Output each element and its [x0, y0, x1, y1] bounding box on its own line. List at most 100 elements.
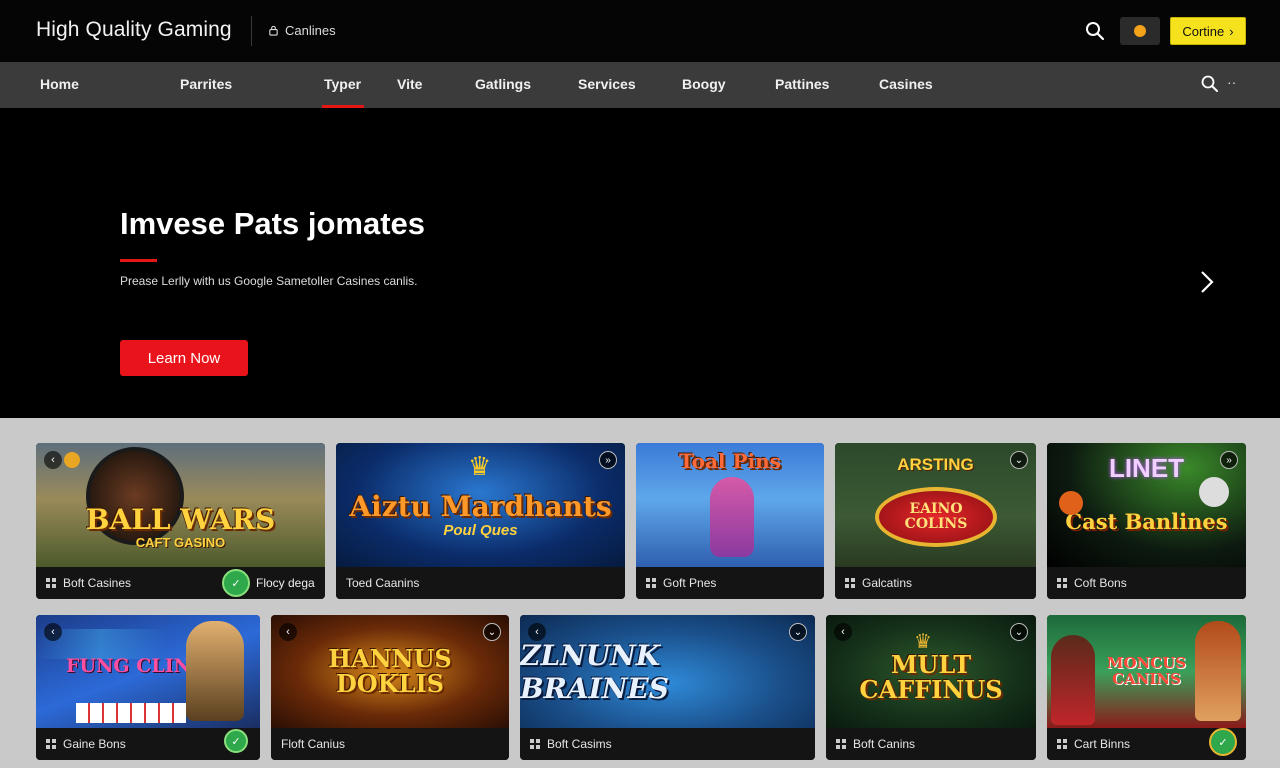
game-card[interactable]: ARSTING EAINO COLINS ⌄ Galcatins: [835, 443, 1036, 599]
back-icon[interactable]: ‹: [528, 623, 546, 641]
nav-item-vite[interactable]: Vite: [397, 76, 422, 92]
crown-icon: ♛: [468, 451, 492, 481]
crown-icon: ♛: [914, 631, 932, 653]
soccer-ball-icon: [1199, 477, 1229, 507]
game-card-footer: Boft Canins: [826, 728, 1036, 760]
game-card-label: Cart Binns: [1074, 737, 1131, 751]
character-figure: [1051, 635, 1095, 725]
game-card[interactable]: HANNUS DOKLIS ‹ ⌄ Floft Canius: [271, 615, 509, 760]
divider: [251, 16, 252, 46]
game-card-label: Coft Bons: [1074, 576, 1127, 590]
game-card-label: Toed Caanins: [346, 576, 420, 590]
info-icon[interactable]: »: [1220, 451, 1238, 469]
game-card-label: Boft Casims: [547, 737, 612, 751]
grid-icon: [46, 738, 56, 749]
back-icon[interactable]: ‹: [279, 623, 297, 641]
coin-icon: [64, 452, 80, 468]
game-card[interactable]: ZLNUNK BRAINES ‹ ⌄ Boft Casims: [520, 615, 815, 760]
grid-icon: [530, 738, 540, 749]
search-icon[interactable]: [1084, 20, 1106, 42]
coin-icon: [1134, 25, 1146, 37]
game-card-footer: Floft Canius: [271, 728, 509, 760]
game-art-subtitle: CAFT GASINO: [135, 534, 226, 550]
top-bar: High Quality Gaming Canlines Cortine ›: [0, 0, 1280, 62]
nav-item-services[interactable]: Services: [578, 76, 636, 92]
back-icon[interactable]: ‹: [44, 623, 62, 641]
game-card-footer: Goft Pnes: [636, 567, 824, 599]
coins-button[interactable]: [1120, 17, 1160, 45]
game-card[interactable]: MONCUS CANINS Cart Binns ✓: [1047, 615, 1246, 760]
learn-now-button[interactable]: Learn Now: [120, 340, 248, 376]
game-art: LINET Cast Banlines: [1047, 443, 1246, 567]
game-card[interactable]: ♛ Aiztu Mardhants Poul Ques » Toed Caani…: [336, 443, 625, 599]
chevron-right-icon[interactable]: [1196, 268, 1218, 296]
chevron-down-icon[interactable]: ⌄: [1010, 451, 1028, 469]
game-card[interactable]: BALL WARS CAFT GASINO ‹ Boft Casines ✓ F…: [36, 443, 325, 599]
grid-icon: [845, 577, 855, 588]
game-art: ZLNUNK BRAINES: [520, 615, 815, 728]
game-card-footer: Coft Bons: [1047, 567, 1246, 599]
game-art-title: Toal Pins: [679, 449, 781, 473]
nav-item-pattines[interactable]: Pattines: [775, 76, 829, 92]
game-art-title: FUNG CLINS: [66, 655, 205, 677]
game-art-title: MULT CAFFINUS: [859, 650, 1003, 704]
game-art: ♛ Aiztu Mardhants Poul Ques: [336, 443, 625, 567]
info-icon[interactable]: »: [599, 451, 617, 469]
back-icon[interactable]: ‹: [834, 623, 852, 641]
chevron-right-icon: ›: [1229, 23, 1234, 39]
game-card-label: Gaine Bons: [63, 737, 126, 751]
more-icon[interactable]: ··: [1227, 74, 1236, 90]
character-figure: [186, 621, 244, 721]
casinos-link[interactable]: Canlines: [268, 23, 336, 38]
hero-accent-line: [120, 259, 157, 262]
chevron-down-icon[interactable]: ⌄: [1010, 623, 1028, 641]
game-card-footer: Galcatins: [835, 567, 1036, 599]
brand-logo[interactable]: High Quality Gaming: [36, 18, 232, 42]
game-card-label: Goft Pnes: [663, 576, 717, 590]
character-figure: [710, 477, 754, 557]
game-art-title: BALL WARS: [85, 503, 276, 537]
character-figure: [1195, 621, 1241, 721]
game-card-footer: Toed Caanins: [336, 567, 625, 599]
continue-button[interactable]: Cortine ›: [1170, 17, 1246, 45]
grid-icon: [46, 577, 56, 588]
nav-item-boogy[interactable]: Boogy: [682, 76, 726, 92]
game-card-label: Floft Canius: [281, 737, 346, 751]
game-art: ARSTING EAINO COLINS: [835, 443, 1036, 567]
nav-item-typer[interactable]: Typer: [324, 76, 361, 92]
chevron-down-icon[interactable]: ⌄: [483, 623, 501, 641]
grid-icon: [836, 738, 846, 749]
game-card-label: Galcatins: [862, 576, 913, 590]
game-art-title: HANNUS DOKLIS: [328, 644, 452, 698]
nav-item-home[interactable]: Home: [40, 76, 79, 92]
continue-label: Cortine: [1182, 23, 1225, 39]
leaf-icon: ✓: [224, 729, 248, 753]
games-grid: BALL WARS CAFT GASINO ‹ Boft Casines ✓ F…: [0, 418, 1280, 768]
search-icon[interactable]: [1200, 74, 1220, 94]
hero-banner: Imvese Pats jomates Prease Lerlly with u…: [0, 108, 1280, 418]
main-nav: Home Parrites Typer Vite Gatlings Servic…: [0, 62, 1280, 108]
game-card[interactable]: LINET Cast Banlines » Coft Bons: [1047, 443, 1246, 599]
game-art: ♛ MULT CAFFINUS: [826, 615, 1036, 728]
badge-label: Flocy dega: [256, 576, 315, 590]
back-icon[interactable]: ‹: [44, 451, 62, 469]
nav-item-parrites[interactable]: Parrites: [180, 76, 232, 92]
grid-icon: [1057, 738, 1067, 749]
grid-icon: [1057, 577, 1067, 588]
game-art-title: ZLNUNK BRAINES: [520, 638, 669, 705]
cards-graphic: [76, 703, 186, 723]
nav-item-gatlings[interactable]: Gatlings: [475, 76, 531, 92]
game-art-title: MONCUS CANINS: [1106, 654, 1187, 688]
game-card[interactable]: FUNG CLINS ‹ Gaine Bons ✓: [36, 615, 260, 760]
game-card[interactable]: ♛ MULT CAFFINUS ‹ ⌄ Boft Canins: [826, 615, 1036, 760]
badge-icon: ✓: [1209, 728, 1237, 756]
chevron-down-icon[interactable]: ⌄: [789, 623, 807, 641]
lock-icon: [269, 25, 278, 36]
grid-icon: [646, 577, 656, 588]
game-card[interactable]: Toal Pins Goft Pnes: [636, 443, 824, 599]
nav-item-casines[interactable]: Casines: [879, 76, 933, 92]
game-card-label: Boft Canins: [853, 737, 916, 751]
game-art-subtitle: Poul Ques: [443, 521, 518, 539]
ball-icon: [1059, 491, 1083, 515]
leaf-icon: ✓: [222, 569, 250, 597]
